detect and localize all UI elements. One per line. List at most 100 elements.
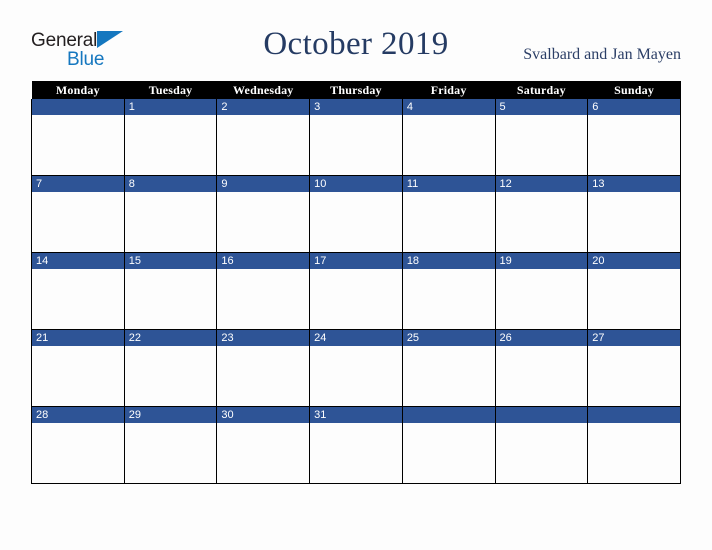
calendar-day-cell[interactable]: 27	[587, 329, 681, 407]
calendar-day-cell[interactable]: 15	[123, 252, 218, 330]
calendar-day-cell[interactable]: 26	[494, 329, 589, 407]
day-number: 2	[217, 99, 310, 115]
day-event-area[interactable]	[217, 269, 309, 329]
calendar-day-cell[interactable]: 22	[123, 329, 218, 407]
day-event-area[interactable]	[125, 423, 217, 483]
day-number: 23	[217, 330, 310, 346]
day-event-area[interactable]	[32, 346, 124, 406]
day-event-area[interactable]	[32, 115, 124, 175]
day-event-area[interactable]	[310, 115, 402, 175]
calendar-day-cell[interactable]: 8	[123, 175, 218, 253]
day-number: 1	[124, 99, 217, 115]
calendar-week-row: 21 22 23 24 25 26 27	[31, 329, 681, 407]
day-number: 28	[32, 407, 124, 423]
calendar-day-cell[interactable]	[401, 406, 496, 484]
day-event-area[interactable]	[125, 346, 217, 406]
day-event-area[interactable]	[403, 192, 495, 252]
weekday-header-wednesday: Wednesday	[216, 81, 310, 99]
calendar-day-cell[interactable]: 24	[309, 329, 403, 407]
weekday-header-monday: Monday	[31, 81, 125, 99]
day-event-area[interactable]	[403, 115, 495, 175]
weekday-header-sunday: Sunday	[587, 81, 681, 99]
calendar-day-cell[interactable]: 20	[587, 252, 681, 330]
day-event-area[interactable]	[588, 115, 680, 175]
day-event-area[interactable]	[125, 115, 217, 175]
calendar-day-cell[interactable]	[494, 406, 589, 484]
calendar-day-cell[interactable]: 2	[216, 99, 311, 176]
calendar-day-cell[interactable]: 13	[587, 175, 681, 253]
day-number: 26	[495, 330, 588, 346]
day-event-area[interactable]	[496, 115, 588, 175]
calendar-day-cell[interactable]: 18	[401, 252, 496, 330]
calendar-week-row: 7 8 9 10 11 12 13	[31, 175, 681, 253]
calendar-week-row: 1 2 3 4 5 6	[31, 99, 681, 176]
calendar-day-cell[interactable]: 9	[216, 175, 311, 253]
calendar-day-cell[interactable]	[587, 406, 681, 484]
calendar-day-cell[interactable]: 23	[216, 329, 311, 407]
country-label: Svalbard and Jan Mayen	[523, 46, 681, 63]
calendar-day-cell[interactable]: 6	[587, 99, 681, 176]
day-event-area[interactable]	[310, 192, 402, 252]
day-number: 27	[588, 330, 680, 346]
day-event-area[interactable]	[588, 192, 680, 252]
day-event-area[interactable]	[403, 346, 495, 406]
day-event-area[interactable]	[310, 346, 402, 406]
calendar-day-cell[interactable]: 4	[401, 99, 496, 176]
day-number	[32, 99, 124, 115]
calendar-day-cell[interactable]	[31, 99, 125, 176]
day-event-area[interactable]	[588, 346, 680, 406]
day-event-area[interactable]	[588, 423, 680, 483]
calendar-grid: Monday Tuesday Wednesday Thursday Friday…	[31, 81, 681, 484]
day-number: 30	[217, 407, 310, 423]
calendar-day-cell[interactable]: 25	[401, 329, 496, 407]
calendar-day-cell[interactable]: 29	[123, 406, 218, 484]
calendar-day-cell[interactable]: 7	[31, 175, 125, 253]
day-number: 6	[588, 99, 680, 115]
day-number: 20	[588, 253, 680, 269]
day-number: 14	[32, 253, 124, 269]
day-number: 5	[495, 99, 588, 115]
day-event-area[interactable]	[217, 192, 309, 252]
day-number: 24	[310, 330, 402, 346]
day-number: 18	[402, 253, 495, 269]
day-event-area[interactable]	[403, 269, 495, 329]
day-event-area[interactable]	[32, 192, 124, 252]
day-event-area[interactable]	[217, 115, 309, 175]
day-event-area[interactable]	[125, 269, 217, 329]
calendar-day-cell[interactable]: 14	[31, 252, 125, 330]
day-event-area[interactable]	[496, 346, 588, 406]
day-event-area[interactable]	[588, 269, 680, 329]
day-event-area[interactable]	[403, 423, 495, 483]
day-event-area[interactable]	[310, 423, 402, 483]
day-number: 21	[32, 330, 124, 346]
calendar-day-cell[interactable]: 12	[494, 175, 589, 253]
day-event-area[interactable]	[32, 423, 124, 483]
day-number	[588, 407, 680, 423]
calendar-day-cell[interactable]: 31	[309, 406, 403, 484]
calendar-day-cell[interactable]: 21	[31, 329, 125, 407]
day-event-area[interactable]	[32, 269, 124, 329]
day-event-area[interactable]	[125, 192, 217, 252]
day-event-area[interactable]	[496, 423, 588, 483]
day-event-area[interactable]	[496, 192, 588, 252]
calendar-day-cell[interactable]: 19	[494, 252, 589, 330]
day-number: 10	[310, 176, 402, 192]
calendar-day-cell[interactable]: 10	[309, 175, 403, 253]
day-number: 13	[588, 176, 680, 192]
day-number: 9	[217, 176, 310, 192]
calendar-day-cell[interactable]: 17	[309, 252, 403, 330]
calendar-day-cell[interactable]: 28	[31, 406, 125, 484]
calendar-day-cell[interactable]: 5	[494, 99, 589, 176]
day-event-area[interactable]	[217, 423, 309, 483]
day-event-area[interactable]	[310, 269, 402, 329]
day-event-area[interactable]	[217, 346, 309, 406]
calendar-day-cell[interactable]: 3	[309, 99, 403, 176]
day-number: 22	[124, 330, 217, 346]
day-number: 29	[124, 407, 217, 423]
day-event-area[interactable]	[496, 269, 588, 329]
calendar-day-cell[interactable]: 30	[216, 406, 311, 484]
calendar-day-cell[interactable]: 11	[401, 175, 496, 253]
calendar-day-cell[interactable]: 1	[123, 99, 218, 176]
day-number	[495, 407, 588, 423]
calendar-day-cell[interactable]: 16	[216, 252, 311, 330]
